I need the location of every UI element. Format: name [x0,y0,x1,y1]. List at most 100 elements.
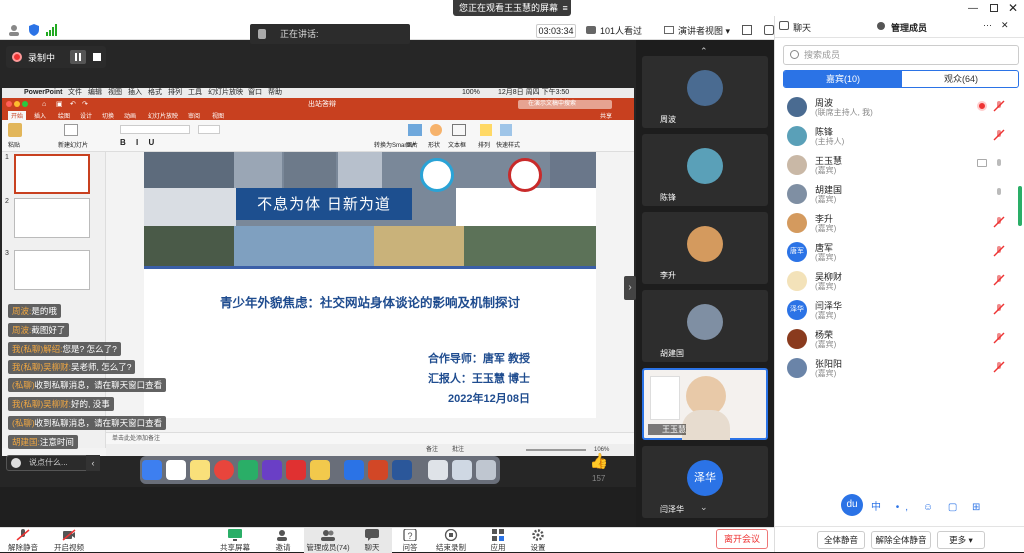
tab-insert[interactable]: 插入 [34,111,46,120]
app-icon[interactable] [310,460,330,480]
participant-row[interactable]: 泽华 闫泽华 (嘉宾) [775,295,1024,324]
shield-icon[interactable] [28,24,42,36]
input-method-toolbar[interactable]: 中 •, ☺ ▢ ⊞ [871,498,986,513]
comments-toggle[interactable]: 批注 [452,444,464,456]
participant-row[interactable]: 周波 (联席主持人, 我) [775,92,1024,121]
notes-toggle[interactable]: 备注 [426,444,438,456]
fullscreen-icon[interactable] [742,25,752,35]
mic-icon[interactable] [993,187,1005,199]
mute-all-button[interactable]: 全体静音 [817,531,865,549]
undo-icon[interactable]: ↶ [70,98,76,111]
chat-button[interactable]: 聊天 [352,528,392,553]
member-search-input[interactable]: 搜索成员 [783,45,1019,65]
mic-icon[interactable] [993,158,1005,170]
mac-zoom-icon[interactable] [22,101,28,107]
downloads-icon[interactable] [452,460,472,480]
preview-icon[interactable] [428,460,448,480]
bold-icon[interactable]: B I U [120,138,158,147]
video-tile[interactable]: 李升 [642,212,768,284]
mic-muted-icon[interactable] [993,303,1005,315]
video-tile-active[interactable]: 王玉慧 [642,368,768,440]
save-icon[interactable]: ▣ [56,98,63,111]
mic-muted-icon[interactable] [993,100,1005,112]
tab-transitions[interactable]: 切换 [102,111,114,120]
invite-button[interactable]: 邀请 [260,528,306,553]
scroll-down-icon[interactable]: ⌄ [700,502,708,513]
ppt-share-button[interactable]: 共享 [600,111,612,120]
tab-review[interactable]: 审阅 [188,111,200,120]
participant-row[interactable]: 陈锋 (主持人) [775,121,1024,150]
unmute-all-button[interactable]: 解除全体静音 [871,531,931,549]
collapse-gallery-button[interactable]: › [624,276,636,300]
notes-pane[interactable]: 单击此处添加备注 [106,432,634,444]
wechat-icon[interactable] [238,460,258,480]
input-method-icon[interactable]: du [841,494,863,516]
close-panel-icon[interactable]: ✕ [1001,20,1009,31]
end-recording-button[interactable]: 结束录制 [428,528,474,553]
more-button[interactable]: 更多 ▾ [937,531,985,549]
youdao-icon[interactable] [286,460,306,480]
participant-row[interactable]: 张阳阳 (嘉宾) [775,353,1024,382]
like-icon[interactable]: 👍 [588,452,610,472]
tab-draw[interactable]: 绘图 [58,111,70,120]
video-tile[interactable]: 陈锋 [642,134,768,206]
leave-meeting-button[interactable]: 离开会议 [716,529,768,549]
video-tile[interactable]: 周波 [642,56,768,128]
apps-button[interactable]: 应用 [478,528,518,553]
qa-button[interactable]: ? 问答 [390,528,430,553]
menu-view[interactable]: 视图 [108,88,122,98]
meeting-app-icon[interactable] [344,460,364,480]
menu-tools[interactable]: 工具 [188,88,202,98]
settings-button[interactable]: 设置 [518,528,558,553]
user-icon[interactable] [8,24,22,36]
zoom-slider[interactable] [526,449,586,451]
participant-row[interactable]: 唐军 唐军 (嘉宾) [775,237,1024,266]
video-tile[interactable]: 胡建国 [642,290,768,362]
picture-icon[interactable] [408,124,422,136]
tab-manage-members[interactable]: 管理成员 [891,21,927,34]
paste-icon[interactable] [8,123,22,137]
menu-insert[interactable]: 插入 [128,88,142,98]
share-screen-button[interactable]: 共享屏幕 [212,528,258,553]
viewer-count[interactable]: 101人看过 [586,23,650,39]
menu-powerpoint[interactable]: PowerPoint [24,88,63,98]
word-icon[interactable] [392,460,412,480]
float-window-icon[interactable] [764,25,774,35]
pause-recording-button[interactable] [70,50,86,64]
textbox-icon[interactable] [452,124,466,136]
mic-muted-icon[interactable] [993,361,1005,373]
menu-format[interactable]: 格式 [148,88,162,98]
more-icon[interactable]: ··· [983,20,992,30]
participant-row[interactable]: 杨荣 (嘉宾) [775,324,1024,353]
segment-guests[interactable]: 嘉宾(10) [784,71,902,87]
mic-muted-icon[interactable] [993,274,1005,286]
tab-slideshow[interactable]: 幻灯片放映 [148,111,178,120]
restore-icon[interactable] [990,4,998,12]
slide-thumbnail[interactable] [14,154,90,194]
shape-icon[interactable] [430,124,442,136]
menu-edit[interactable]: 编辑 [88,88,102,98]
powerpoint-icon[interactable] [368,460,388,480]
redo-icon[interactable]: ↷ [82,98,88,111]
mac-close-icon[interactable] [6,101,12,107]
view-mode-dropdown[interactable]: 演讲者视图 ▾ [664,23,734,39]
participant-row[interactable]: 吴柳财 (嘉宾) [775,266,1024,295]
tab-design[interactable]: 设计 [80,111,92,120]
participant-row[interactable]: 胡建国 (嘉宾) [775,179,1024,208]
menu-icon[interactable]: ≡ [563,3,568,13]
mic-muted-icon[interactable] [993,129,1005,141]
minimize-icon[interactable]: — [968,3,978,14]
menu-window[interactable]: 窗口 [248,88,262,98]
finder-icon[interactable] [142,460,162,480]
tab-animations[interactable]: 动画 [124,111,136,120]
new-slide-icon[interactable] [64,124,78,136]
ppt-search-input[interactable]: 在演示文稿中搜索 [518,100,612,109]
mic-muted-icon[interactable] [993,245,1005,257]
mic-muted-icon[interactable] [993,332,1005,344]
mac-minimize-icon[interactable] [14,101,20,107]
tab-home[interactable]: 开始 [8,111,27,120]
emoji-icon[interactable] [11,458,21,468]
menu-help[interactable]: 帮助 [268,88,282,98]
menu-arrange[interactable]: 排列 [168,88,182,98]
side-scrollbar[interactable] [1018,186,1022,226]
